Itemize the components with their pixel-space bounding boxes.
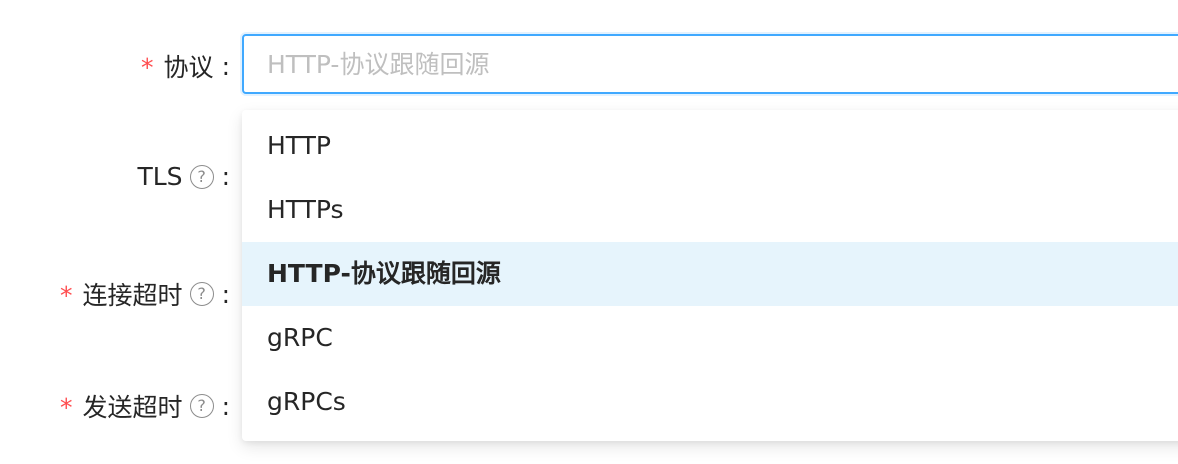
- protocol-select[interactable]: HTTP-协议跟随回源: [242, 34, 1178, 94]
- protocol-select-placeholder: HTTP-协议跟随回源: [267, 50, 490, 79]
- help-icon[interactable]: ?: [189, 164, 214, 189]
- protocol-label-text: 协议: [163, 53, 214, 82]
- send-timeout-label-text: 发送超时: [82, 393, 183, 422]
- label-colon: :: [221, 279, 230, 309]
- tls-label-text: TLS: [137, 162, 183, 191]
- label-colon: :: [221, 162, 230, 191]
- protocol-form: * 协议 : TLS ? : * 连接超时 ? : * 发送超时 ? : HTT…: [0, 0, 1178, 464]
- connect-timeout-label: * 连接超时 ? :: [60, 276, 230, 312]
- option-https[interactable]: HTTPs: [242, 178, 1178, 242]
- option-http-follow-origin[interactable]: HTTP-协议跟随回源: [242, 242, 1178, 306]
- send-timeout-label: * 发送超时 ? :: [60, 388, 230, 424]
- option-http[interactable]: HTTP: [242, 114, 1178, 178]
- tls-label: TLS ? :: [137, 162, 230, 191]
- help-icon[interactable]: ?: [189, 282, 214, 306]
- help-icon[interactable]: ?: [189, 394, 214, 418]
- connect-timeout-label-text: 连接超时: [82, 281, 183, 310]
- label-colon: :: [221, 51, 230, 81]
- label-colon: :: [221, 391, 230, 421]
- required-mark: *: [141, 52, 154, 82]
- option-grpc[interactable]: gRPC: [242, 306, 1178, 370]
- required-mark: *: [60, 280, 73, 310]
- protocol-label: * 协议 :: [141, 48, 230, 84]
- protocol-dropdown: HTTP HTTPs HTTP-协议跟随回源 gRPC gRPCs: [242, 110, 1178, 441]
- required-mark: *: [60, 392, 73, 422]
- option-grpcs[interactable]: gRPCs: [242, 370, 1178, 434]
